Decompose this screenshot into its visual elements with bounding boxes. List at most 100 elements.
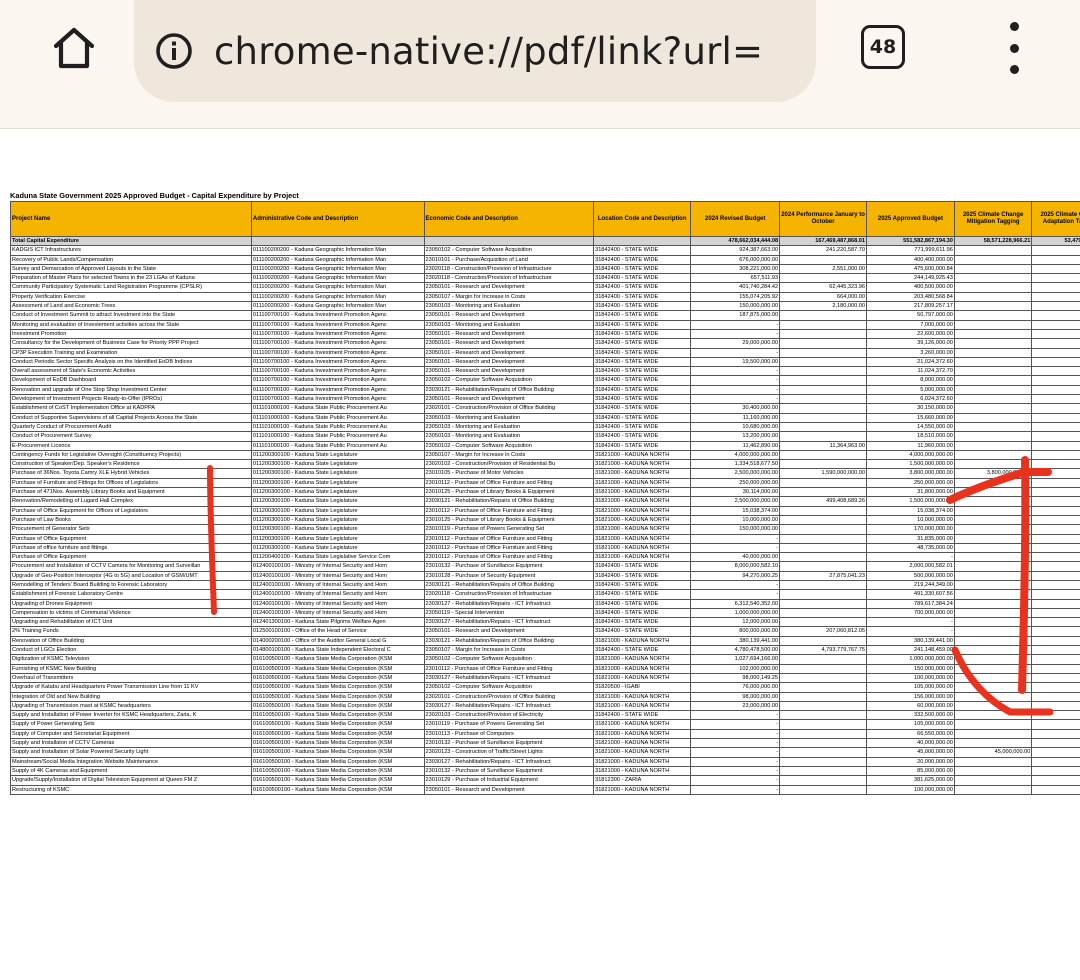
table-cell — [779, 710, 867, 721]
table-cell: 23010125 - Purchase of Library Books & E… — [423, 486, 595, 498]
table-cell: 31821000 - KADUNA NORTH — [593, 738, 692, 749]
table-cell: 31842400 - STATE WIDE — [593, 273, 692, 284]
table-cell: 23010119 - Purchase of Powers Generating… — [423, 524, 595, 535]
table-cell: 150,000,000.00 — [866, 663, 955, 674]
table-cell — [953, 263, 1033, 275]
table-cell: 475,600,000.84 — [866, 263, 955, 275]
table-cell: 31842400 - STATE WIDE — [593, 626, 692, 637]
table-cell — [779, 663, 867, 674]
tab-switcher-button[interactable]: 48 — [856, 24, 910, 70]
table-row: Purchase of 36Nos. Toyota Camry XLE Hybr… — [10, 468, 1080, 479]
table-cell — [779, 366, 867, 377]
table-row: Supply of Power Generating Sets 016100500… — [10, 719, 1080, 730]
table-cell: 011100200200 - Kaduna Geographic Informa… — [250, 291, 425, 303]
table-cell — [1031, 579, 1080, 591]
table-cell — [953, 533, 1033, 544]
table-row: Upgrading of Drones Equipment 01240010010… — [10, 598, 1080, 609]
table-cell: 31842400 - STATE WIDE — [593, 403, 692, 414]
table-cell: 23,000,000.00 — [690, 700, 781, 712]
table-cell — [1031, 682, 1080, 693]
table-row: Supply of Computer and Secretariat Equip… — [10, 728, 1080, 740]
table-cell: 016100500100 - Kaduna State Media Corpor… — [250, 738, 425, 749]
table-cell: 011100700100 - Kaduna Investment Promoti… — [250, 394, 425, 405]
table-cell — [1031, 245, 1080, 256]
table-cell: - — [690, 347, 781, 358]
table-cell — [779, 319, 867, 330]
table-cell: 011200300100 - Kaduna State Legislature — [250, 486, 425, 498]
url-text[interactable]: chrome-native://pdf/link?url= — [214, 30, 799, 73]
table-row: Community Participatory Systematic Land … — [10, 282, 1080, 293]
table-cell: 23050102 - Computer Software Acquisition — [423, 245, 595, 256]
table-cell: 4,000,000,000.00 — [866, 449, 955, 461]
table-cell: 332,500,000.00 — [866, 710, 955, 721]
table-cell — [1031, 617, 1080, 628]
table-cell: Monitoring and evaluation of Investement… — [10, 319, 252, 330]
table-cell — [953, 366, 1033, 377]
table-cell: 23010112 - Purchase of Office Furniture … — [423, 542, 595, 554]
table-cell — [1031, 291, 1080, 303]
table-cell: 31842400 - STATE WIDE — [593, 356, 692, 368]
table-cell — [779, 552, 867, 563]
omnibox[interactable]: chrome-native://pdf/link?url= — [134, 0, 816, 102]
table-cell: 244,149,925.43 — [866, 273, 955, 284]
table-row: Survey and Demarcation of Approved Layou… — [10, 263, 1080, 275]
table-cell: 31821000 - KADUNA NORTH — [593, 691, 692, 702]
table-row: Conduct of Investment Summit to attract … — [10, 310, 1080, 321]
table-row: Supply and Installation of Solar Powered… — [10, 747, 1080, 758]
table-row: Development of Investment Projects Ready… — [10, 394, 1080, 405]
table-cell: 23050101 - Research and Development — [423, 784, 595, 795]
table-cell: 23050102 - Computer Software Acquisition — [423, 375, 595, 386]
table-cell: - — [690, 756, 781, 767]
table-cell: 76,000,000.00 — [690, 682, 781, 693]
table-cell: 1,590,000,000.00 — [779, 468, 867, 479]
table-cell — [953, 728, 1033, 740]
table-cell: KADGIS ICT Infrastructures — [10, 245, 252, 256]
table-cell: 2,180,000.00 — [779, 301, 867, 312]
table-cell: 31842400 - STATE WIDE — [593, 291, 692, 303]
table-cell — [1031, 672, 1080, 684]
table-cell: 31821000 - KADUNA NORTH — [593, 784, 692, 795]
table-cell — [1031, 449, 1080, 461]
table-cell: 012401300100 - Kaduna State Pilgrims Wel… — [250, 617, 425, 628]
table-cell: Assessment of Land and Economic Trees — [10, 301, 252, 312]
table-cell — [779, 384, 867, 396]
table-cell: 1,000,000,000.00 — [690, 607, 781, 619]
table-cell — [779, 561, 867, 572]
table-cell — [1031, 282, 1080, 293]
table-cell: 8,000,000.00 — [866, 375, 955, 386]
home-button[interactable] — [34, 20, 114, 76]
table-cell: 31842400 - STATE WIDE — [593, 366, 692, 377]
more-vert-icon[interactable] — [996, 20, 1032, 76]
table-cell: 23030127 - Rehabilitation/Repairs - ICT … — [423, 672, 595, 684]
table-cell: 491,330,607.56 — [866, 589, 955, 600]
table-cell: 011100200200 - Kaduna Geographic Informa… — [250, 254, 425, 265]
table-cell: 23010128 - Purchase of Security Equipmen… — [423, 570, 595, 582]
table-cell — [779, 728, 867, 740]
table-cell: 167,469,487,868.01 — [779, 235, 867, 247]
table-cell: 016100500100 - Kaduna State Media Corpor… — [250, 719, 425, 730]
table-cell: 31842400 - STATE WIDE — [593, 282, 692, 293]
table-cell: 011200300100 - Kaduna State Legislature — [250, 477, 425, 489]
table-cell: 31842400 - STATE WIDE — [593, 645, 692, 656]
table-cell: 011200300100 - Kaduna State Legislature — [250, 542, 425, 554]
table-cell: 380,139,441.00 — [866, 635, 955, 647]
table-cell: 203,480,568.84 — [866, 291, 955, 303]
table-cell — [953, 607, 1033, 619]
info-icon[interactable] — [154, 31, 194, 71]
table-row: Integration of Old and New Building 01610… — [10, 691, 1080, 702]
column-header: Administrative Code and Description — [250, 201, 425, 237]
table-cell: 23050103 - Monitoring and Evaluation — [423, 431, 595, 442]
table-cell — [1031, 747, 1080, 758]
table-cell — [1031, 496, 1080, 507]
table-cell: 31821000 - KADUNA NORTH — [593, 672, 692, 684]
table-cell — [953, 421, 1033, 433]
table-row: Upgrade/Supply/Installation of Digital T… — [10, 775, 1080, 786]
table-cell — [1031, 552, 1080, 563]
table-cell: Renovation of Office Building — [10, 635, 252, 647]
table-cell: Community Participatory Systematic Land … — [10, 282, 252, 293]
table-cell — [1031, 589, 1080, 600]
table-cell — [953, 617, 1033, 628]
table-cell — [779, 421, 867, 433]
table-cell: 11,462,890.00 — [690, 440, 781, 451]
table-cell: 016100500100 - Kaduna State Media Corpor… — [250, 728, 425, 740]
